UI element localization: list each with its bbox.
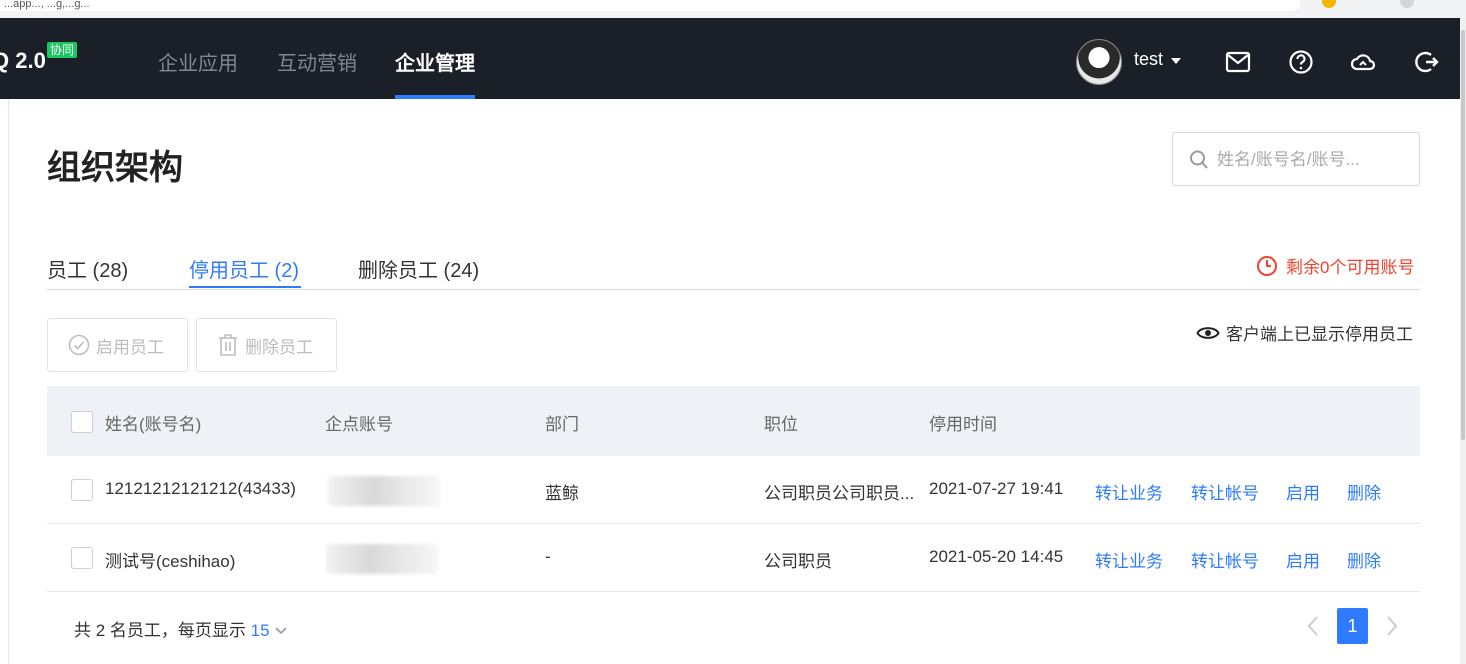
tab-active-indicator: [189, 286, 301, 288]
masked-account: [326, 544, 438, 574]
tab-employees[interactable]: 员工 (28): [47, 254, 128, 283]
cloud-icon[interactable]: [1350, 49, 1376, 75]
enable-employee-button[interactable]: 启用员工: [47, 318, 188, 372]
pagination-summary-text: 共 2 名员工，每页显示: [74, 621, 246, 640]
nav-item-interactive-marketing[interactable]: 互动营销: [277, 47, 357, 76]
cell-name: 测试号(ceshihao): [105, 552, 236, 571]
chevron-left-icon[interactable]: [1302, 611, 1324, 641]
table-row: 12121212121212(43433) 蓝鲸 公司职员公司职员... 202…: [47, 456, 1420, 524]
nav-item-enterprise-apps[interactable]: 企业应用: [158, 47, 238, 76]
logo-badge: 协同: [47, 42, 78, 58]
delete-link[interactable]: 删除: [1347, 479, 1381, 504]
user-menu-name[interactable]: test: [1134, 49, 1163, 70]
profile-icon[interactable]: [1400, 0, 1414, 8]
nav-item-enterprise-management[interactable]: 企业管理: [395, 47, 475, 76]
page-size-select[interactable]: 15: [251, 621, 270, 640]
cell-disabled-time: 2021-05-20 14:45: [929, 547, 1064, 566]
column-header-name[interactable]: 姓名(账号名): [105, 410, 201, 435]
select-all-checkbox[interactable]: [71, 411, 93, 433]
transfer-business-link[interactable]: 转让业务: [1095, 479, 1163, 504]
browser-toolbar: ...app..., ...g,...g...: [0, 0, 1466, 18]
column-header-account[interactable]: 企点账号: [325, 410, 393, 435]
chevron-down-icon[interactable]: [274, 626, 288, 636]
row-checkbox[interactable]: [71, 479, 93, 501]
chevron-right-icon[interactable]: [1381, 611, 1403, 641]
scrollbar-thumb[interactable]: [1461, 30, 1465, 440]
cell-position: 公司职员公司职员...: [764, 484, 915, 503]
page-title: 组织架构: [47, 149, 183, 187]
enable-link[interactable]: 启用: [1286, 547, 1320, 572]
client-display-toggle[interactable]: 客户端上已显示停用员工: [1196, 320, 1413, 345]
delete-employee-button[interactable]: 删除员工: [196, 318, 337, 372]
transfer-account-link[interactable]: 转让帐号: [1191, 547, 1259, 572]
pagination-summary: 共 2 名员工，每页显示 15: [74, 616, 288, 641]
logout-icon[interactable]: [1414, 49, 1440, 75]
content-left-border: [8, 99, 9, 664]
search-icon: [1190, 150, 1208, 169]
tab-disabled-employees[interactable]: 停用员工 (2): [189, 254, 299, 283]
masked-account: [328, 476, 440, 506]
trash-icon: [219, 334, 237, 356]
remaining-accounts-text: 剩余0个可用账号: [1286, 258, 1415, 277]
transfer-business-link[interactable]: 转让业务: [1095, 547, 1163, 572]
nav-active-indicator: [395, 95, 475, 99]
cell-name: 12121212121212(43433): [105, 479, 296, 498]
top-navigation: Q 2.0 协同 企业应用 互动营销 企业管理 test: [0, 18, 1460, 99]
product-logo: Q 2.0: [0, 48, 46, 73]
help-icon[interactable]: [1288, 49, 1314, 75]
column-header-disabled-time[interactable]: 停用时间: [929, 410, 997, 435]
column-header-department[interactable]: 部门: [545, 410, 579, 435]
enable-link[interactable]: 启用: [1286, 479, 1320, 504]
search-box[interactable]: [1172, 132, 1420, 186]
address-bar[interactable]: ...app..., ...g,...g...: [0, 0, 1300, 11]
mail-icon[interactable]: [1225, 49, 1251, 75]
delete-link[interactable]: 删除: [1347, 547, 1381, 572]
delete-employee-label: 删除员工: [245, 337, 313, 357]
row-checkbox[interactable]: [71, 547, 93, 569]
timer-icon: [1257, 255, 1277, 276]
search-input[interactable]: [1217, 147, 1407, 173]
table-row: 测试号(ceshihao) - 公司职员 2021-05-20 14:45 转让…: [47, 524, 1420, 592]
remaining-accounts: 剩余0个可用账号: [1256, 253, 1414, 278]
enable-employee-label: 启用员工: [96, 337, 164, 357]
tabs-divider: [47, 289, 1420, 290]
transfer-account-link[interactable]: 转让帐号: [1191, 479, 1259, 504]
cell-disabled-time: 2021-07-27 19:41: [929, 479, 1064, 498]
check-circle-icon: [68, 334, 90, 356]
column-header-position[interactable]: 职位: [764, 410, 798, 435]
page-button-current[interactable]: 1: [1337, 608, 1368, 644]
eye-icon: [1196, 326, 1220, 339]
cell-position: 公司职员: [764, 552, 832, 571]
chevron-down-icon[interactable]: [1171, 58, 1181, 64]
avatar[interactable]: [1076, 39, 1122, 85]
tab-deleted-employees[interactable]: 删除员工 (24): [358, 254, 479, 283]
extension-icon[interactable]: [1322, 0, 1336, 8]
table-header: 姓名(账号名) 企点账号 部门 职位 停用时间: [47, 386, 1420, 456]
cell-department: 蓝鲸: [545, 484, 579, 503]
cell-department: -: [545, 547, 551, 566]
client-display-text: 客户端上已显示停用员工: [1226, 325, 1413, 344]
